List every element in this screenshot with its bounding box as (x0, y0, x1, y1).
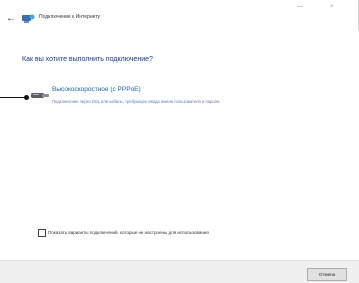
title-bar: ← Подключение к Интернету — × (0, 0, 359, 30)
option-description: Подключение через DSL или кабель, требую… (52, 99, 221, 104)
page-heading: Как вы хотите выполнить подключение? (22, 56, 153, 63)
option-pppoe[interactable]: Высокоскоростное (с PPPoE) Подключение ч… (30, 84, 330, 120)
cancel-button[interactable]: Отмена (307, 268, 347, 281)
network-globe-icon (22, 14, 35, 23)
connect-to-internet-dialog: ← Подключение к Интернету — × Как вы хот… (0, 0, 359, 283)
close-button[interactable]: × (330, 4, 334, 10)
dialog-footer: Отмена (0, 260, 359, 283)
minimize-button[interactable]: — (297, 4, 303, 10)
show-all-checkbox[interactable] (38, 229, 46, 237)
option-title[interactable]: Высокоскоростное (с PPPoE) (52, 86, 141, 93)
back-arrow-icon[interactable]: ← (6, 14, 16, 24)
window-title: Подключение к Интернету (39, 14, 101, 20)
network-adapter-icon (31, 93, 49, 98)
annotation-pointer-line (0, 97, 27, 98)
show-all-label[interactable]: Показать варианты подключений, которые н… (48, 230, 209, 235)
annotation-pointer-dot (24, 95, 29, 100)
